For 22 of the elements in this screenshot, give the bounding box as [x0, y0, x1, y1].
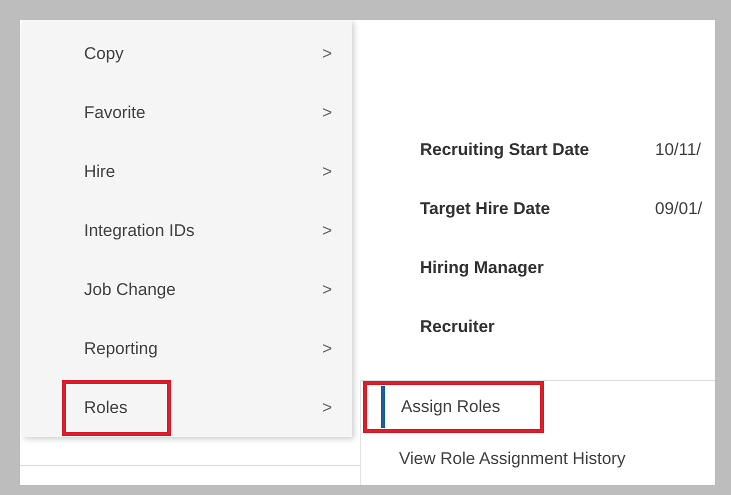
menu-item[interactable]: Hire >: [22, 142, 352, 201]
field-label: Hiring Manager: [420, 256, 545, 279]
menu-item[interactable]: Job Change >: [22, 260, 352, 319]
field-label: Recruiter: [420, 316, 496, 338]
submenu-item[interactable]: View Role Assignment History: [361, 433, 644, 485]
chevron-icon: >: [322, 40, 332, 66]
chevron-icon: >: [322, 100, 332, 126]
chevron-icon: >: [322, 394, 332, 420]
menu-item[interactable]: Copy >: [22, 24, 352, 83]
submenu-item[interactable]: Assign Roles: [363, 381, 544, 433]
chevron-icon: >: [322, 276, 332, 302]
field-value: 09/01/: [655, 198, 702, 220]
chevron-icon: >: [322, 336, 332, 362]
field-value: 10/11/: [655, 138, 702, 161]
field-label: Target Hire Date: [420, 198, 552, 220]
menu-item[interactable]: Reporting >: [22, 319, 352, 378]
field-label: Recruiting Start Date: [420, 138, 590, 161]
menu-item[interactable]: Integration IDs >: [22, 201, 352, 260]
menu-item[interactable]: Roles >: [22, 378, 352, 437]
menu-item[interactable]: Favorite >: [22, 83, 352, 142]
chevron-icon: >: [322, 218, 332, 244]
chevron-icon: >: [322, 158, 332, 184]
